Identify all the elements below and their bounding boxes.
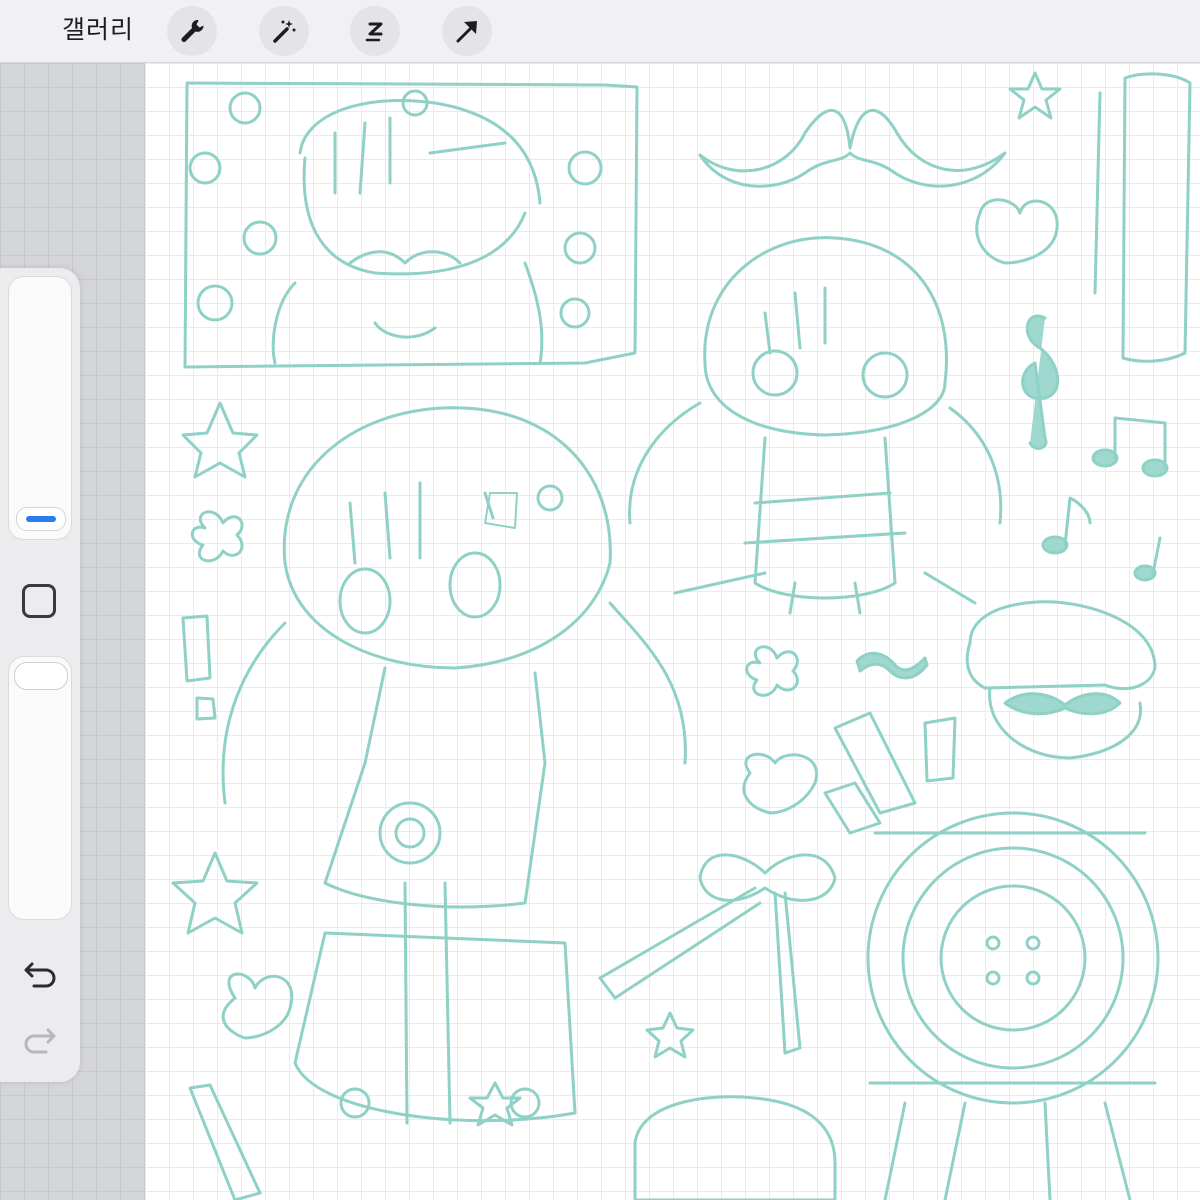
transform-button[interactable] (442, 6, 492, 56)
small-star-sketch (645, 1011, 695, 1059)
brush-size-slider[interactable] (8, 276, 72, 540)
modify-button[interactable] (22, 584, 56, 618)
puppy-bottom-sketch (633, 1095, 837, 1200)
brush-size-indicator (26, 516, 56, 522)
gallery-button[interactable]: 갤러리 (62, 10, 134, 50)
heart-face-sketch (221, 972, 294, 1040)
bow-sketch (598, 853, 837, 1055)
striped-heart-sketch (742, 752, 819, 815)
magic-wand-icon (273, 20, 296, 43)
clover-sketch (190, 510, 244, 563)
selection-button[interactable] (350, 6, 400, 56)
actions-button[interactable] (167, 6, 217, 56)
exclamation-sketch (181, 614, 217, 721)
confetti-sketch (833, 711, 917, 815)
arrow-icon (456, 21, 477, 43)
mustache-sketch (698, 108, 1007, 188)
redo-icon[interactable] (22, 1026, 58, 1056)
adjustments-button[interactable] (259, 6, 309, 56)
striped-star-sketch (181, 401, 259, 479)
brush-side-panel (0, 268, 80, 1082)
sketch-artwork (171, 71, 1192, 1200)
heart-cookie-sketch (975, 198, 1059, 265)
framed-portrait-sketch (183, 81, 639, 369)
opacity-thumb[interactable] (14, 662, 68, 690)
bar-sketch (1121, 72, 1192, 363)
puppy-mustache-sketch (965, 600, 1157, 760)
flower-button-sketch (745, 645, 799, 697)
top-toolbar: 갤러리 (0, 0, 1200, 63)
chibi-girl-sketch (628, 236, 1003, 615)
music-notes-sketch (1021, 314, 1169, 582)
star-sketch (1008, 71, 1062, 120)
striped-bar-sketch (188, 1083, 262, 1200)
undo-icon[interactable] (22, 960, 58, 990)
selection-icon (365, 22, 383, 42)
wave-sketch (855, 651, 929, 680)
rosette-sketch (866, 811, 1160, 1200)
opacity-slider[interactable] (8, 656, 72, 920)
brush-size-thumb[interactable] (16, 507, 66, 531)
wrench-icon (181, 19, 204, 42)
girl-holding-rosette-sketch (221, 406, 687, 1127)
smiling-star-sketch (171, 851, 259, 935)
drawing-canvas[interactable] (145, 63, 1200, 1200)
